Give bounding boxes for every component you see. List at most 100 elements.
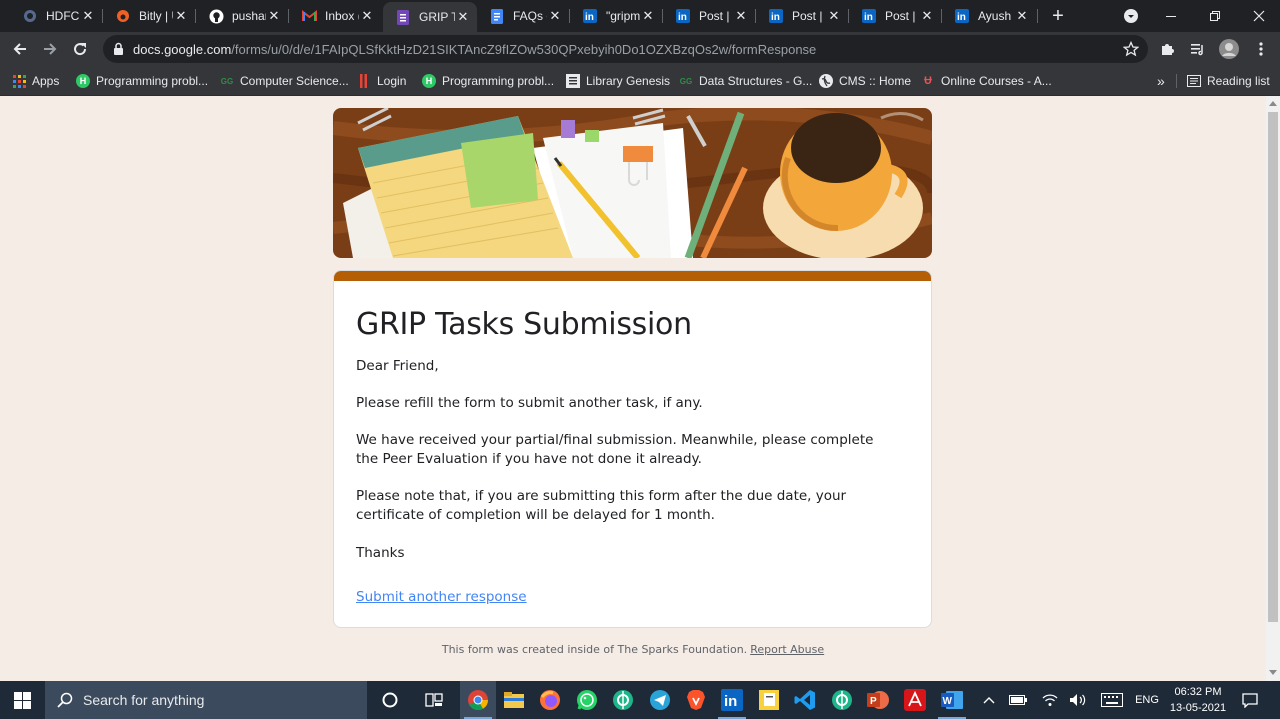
close-tab-icon[interactable]: ✕ [1014,8,1030,24]
due-date-note: Please note that, if you are submitting … [356,488,847,523]
taskbar-word[interactable]: W [934,681,970,719]
bookmark-item[interactable]: GG Computer Science... [220,66,349,96]
profile-avatar[interactable] [1217,37,1241,61]
new-tab-button[interactable]: + [1048,4,1068,28]
language-indicator[interactable]: ENG [1133,681,1161,719]
browser-tab[interactable]: in Ayush ✕ [942,0,1036,32]
brave-lion-icon [687,690,705,710]
media-control-button[interactable] [1186,37,1210,61]
close-tab-icon[interactable]: ✕ [266,8,282,24]
minimize-button[interactable] [1151,0,1191,32]
close-window-button[interactable] [1239,0,1279,32]
bookmark-star-icon[interactable] [1123,41,1139,57]
google-forms-favicon [395,9,411,25]
taskbar-linkedin[interactable]: in [714,681,750,719]
extensions-button[interactable] [1156,37,1180,61]
volume-button[interactable] [1066,681,1090,719]
tab-title: HDFC B [46,9,80,23]
tab-title: pushar [232,9,266,23]
bookmark-apps[interactable]: Apps [12,66,59,96]
taskbar-telegram[interactable] [642,681,678,719]
tray-overflow-button[interactable] [978,681,1000,719]
browser-tab[interactable]: FAQs o ✕ [477,0,569,32]
browser-tab[interactable]: in Post | L ✕ [849,0,941,32]
taskbar-sticky-notes[interactable] [751,681,787,719]
thanks-text: Thanks [356,545,405,561]
bookmark-item[interactable]: H Programming probl... [76,66,208,96]
chrome-icon [468,690,489,711]
close-tab-icon[interactable]: ✕ [640,8,656,24]
taskbar-app[interactable] [605,681,641,719]
taskbar-whatsapp[interactable] [569,681,605,719]
hdfc-favicon [22,8,38,24]
start-button[interactable] [0,681,45,719]
browser-tab[interactable]: Inbox ( ✕ [289,0,381,32]
cortana-button[interactable] [372,681,408,719]
close-tab-icon[interactable]: ✕ [547,8,563,24]
taskbar-firefox[interactable] [532,681,568,719]
taskbar-vscode[interactable] [787,681,823,719]
taskbar-file-explorer[interactable] [496,681,532,719]
browser-tab[interactable]: HDFC B ✕ [10,0,102,32]
close-icon [1253,10,1265,22]
close-tab-icon[interactable]: ✕ [359,8,375,24]
footer-text: This form was created inside of The Spar… [441,643,748,656]
bookmark-item[interactable]: Library Genesis [566,66,670,96]
scroll-up-arrow-icon[interactable] [1269,101,1277,106]
browser-menu-button[interactable] [1249,37,1273,61]
bookmarks-bar: Apps H Programming probl... GG Computer … [0,66,1280,96]
lock-icon[interactable] [113,42,124,56]
scroll-down-arrow-icon[interactable] [1269,670,1277,675]
network-button[interactable] [1038,681,1062,719]
taskbar-chrome[interactable] [460,681,496,719]
tab-title: Post | L [792,9,826,23]
form-title: GRIP Tasks Submission [356,307,692,342]
close-tab-icon[interactable]: ✕ [80,8,96,24]
taskbar-brave[interactable] [678,681,714,719]
tab-search-button[interactable] [1111,0,1151,32]
telegram-icon [650,690,670,710]
battery-button[interactable] [1006,681,1030,719]
close-tab-icon[interactable]: ✕ [173,8,189,24]
restore-button[interactable] [1195,0,1235,32]
close-tab-icon[interactable]: ✕ [733,8,749,24]
bookmarks-overflow-button[interactable]: » [1157,66,1165,96]
page-scrollbar[interactable] [1266,96,1280,681]
bookmark-item[interactable]: CMS :: Home [819,66,911,96]
taskbar-app[interactable] [824,681,860,719]
bookmark-item[interactable]: Ʉ Online Courses - A... [921,66,1052,96]
arrow-right-icon [44,43,57,55]
browser-tab[interactable]: in "gripm ✕ [570,0,662,32]
reading-list-button[interactable]: Reading list [1187,66,1270,96]
forward-button[interactable] [38,37,62,61]
bookmark-label: Online Courses - A... [941,74,1052,88]
bookmark-label: Programming probl... [442,74,555,88]
taskbar-powerpoint[interactable]: P [860,681,896,719]
back-button[interactable] [8,37,32,61]
address-bar[interactable]: docs.google.com/forms/u/0/d/e/1FAIpQLSfK… [103,35,1148,63]
browser-tab[interactable]: in Post | L ✕ [663,0,755,32]
browser-tab[interactable]: Bitly | U ✕ [103,0,195,32]
word-icon: W [941,691,963,709]
notification-icon [1242,692,1258,708]
taskbar-clock[interactable]: 06:32 PM 13-05-2021 [1166,684,1230,716]
close-tab-icon[interactable]: ✕ [919,8,935,24]
scrollbar-thumb[interactable] [1268,112,1278,622]
notification-center-button[interactable] [1236,681,1264,719]
task-view-button[interactable] [416,681,452,719]
close-tab-icon[interactable]: ✕ [826,8,842,24]
bookmark-item[interactable]: Login [357,66,406,96]
browser-tab[interactable]: pushar ✕ [196,0,288,32]
bookmark-item[interactable]: GG Data Structures - G... [679,66,813,96]
report-abuse-link[interactable]: Report Abuse [750,643,824,656]
submit-another-response-link[interactable]: Submit another response [356,589,527,605]
bookmark-item[interactable]: H Programming probl... [422,66,554,96]
reload-button[interactable] [68,37,92,61]
touch-keyboard-button[interactable] [1098,681,1126,719]
taskbar-acrobat[interactable] [897,681,933,719]
browser-tab[interactable]: in Post | L ✕ [756,0,848,32]
close-tab-icon[interactable]: ✕ [455,9,471,25]
globe-icon [819,74,833,88]
taskbar-search-box[interactable]: Search for anything [45,681,367,719]
browser-tab-active[interactable]: GRIP Ta ✕ [383,2,477,32]
